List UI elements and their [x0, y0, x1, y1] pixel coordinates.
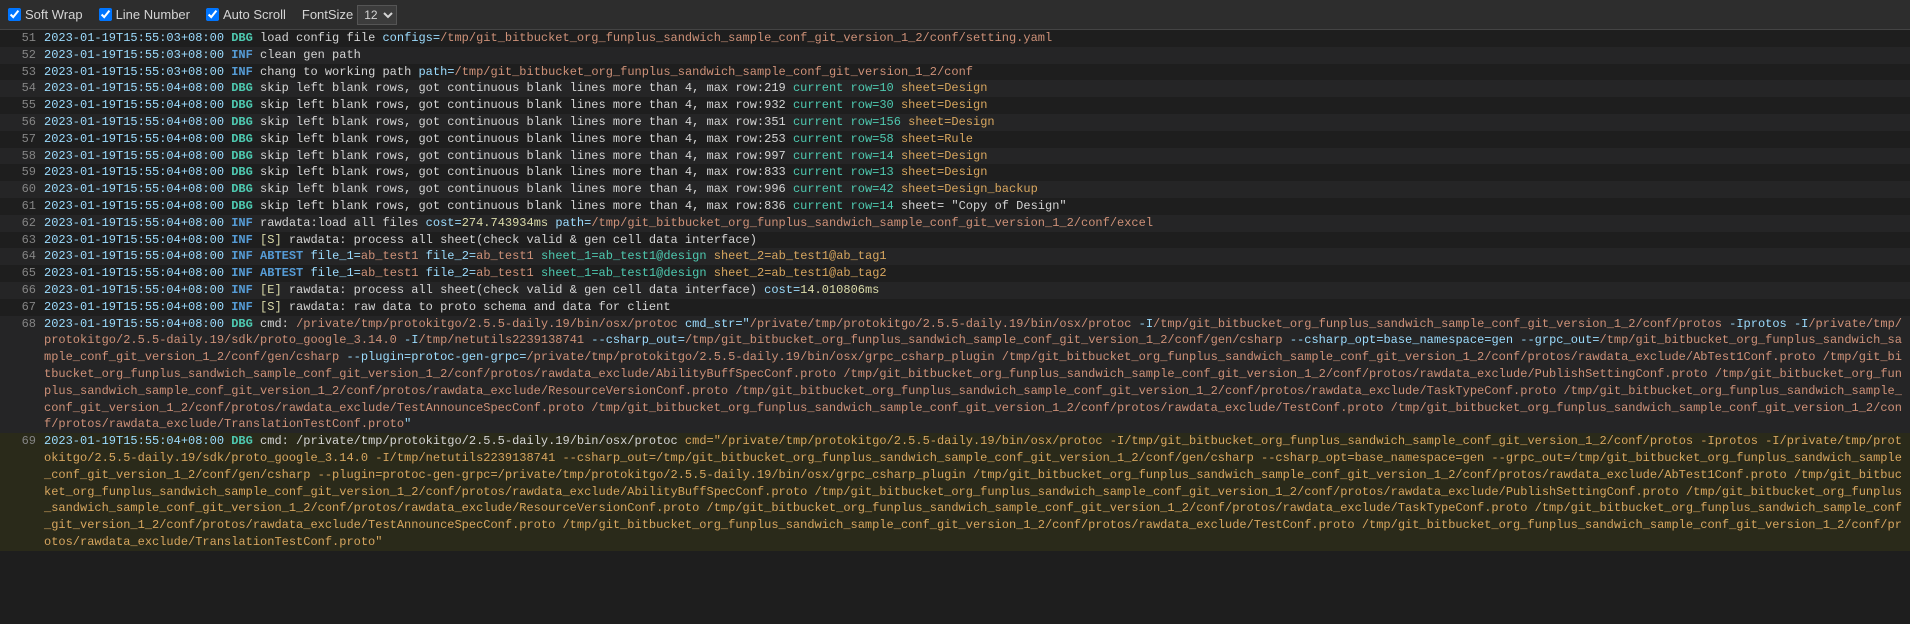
- log-content: 2023-01-19T15:55:04+08:00 INF ABTEST fil…: [44, 248, 1906, 265]
- log-line: 59 2023-01-19T15:55:04+08:00 DBG skip lef…: [0, 164, 1910, 181]
- log-line: 58 2023-01-19T15:55:04+08:00 DBG skip lef…: [0, 148, 1910, 165]
- line-number: 69: [4, 433, 36, 450]
- font-size-select[interactable]: 10 11 12 13 14 16 18 20: [357, 5, 397, 25]
- log-line: 68 2023-01-19T15:55:04+08:00 DBG cmd: /pr…: [0, 316, 1910, 434]
- log-content: 2023-01-19T15:55:04+08:00 DBG skip left …: [44, 198, 1906, 215]
- soft-wrap-label[interactable]: Soft Wrap: [8, 7, 83, 22]
- auto-scroll-label[interactable]: Auto Scroll: [206, 7, 286, 22]
- log-content: 2023-01-19T15:55:04+08:00 DBG skip left …: [44, 164, 1906, 181]
- log-line: 51 2023-01-19T15:55:03+08:00 DBG load con…: [0, 30, 1910, 47]
- line-number: 52: [4, 47, 36, 64]
- log-content: 2023-01-19T15:55:04+08:00 DBG skip left …: [44, 148, 1906, 165]
- log-content: 2023-01-19T15:55:04+08:00 INF rawdata:lo…: [44, 215, 1906, 232]
- log-line: 69 2023-01-19T15:55:04+08:00 DBG cmd: /pr…: [0, 433, 1910, 551]
- log-line: 60 2023-01-19T15:55:04+08:00 DBG skip lef…: [0, 181, 1910, 198]
- log-content: 2023-01-19T15:55:04+08:00 DBG cmd: /priv…: [44, 433, 1906, 551]
- log-line: 66 2023-01-19T15:55:04+08:00 INF [E] rawd…: [0, 282, 1910, 299]
- line-number: 65: [4, 265, 36, 282]
- line-number: 51: [4, 30, 36, 47]
- log-line: 53 2023-01-19T15:55:03+08:00 INF chang to…: [0, 64, 1910, 81]
- line-number: 66: [4, 282, 36, 299]
- log-content: 2023-01-19T15:55:04+08:00 INF ABTEST fil…: [44, 265, 1906, 282]
- line-number-text: Line Number: [116, 7, 190, 22]
- line-number: 54: [4, 80, 36, 97]
- log-content: 2023-01-19T15:55:04+08:00 DBG skip left …: [44, 80, 1906, 97]
- log-line: 64 2023-01-19T15:55:04+08:00 INF ABTEST f…: [0, 248, 1910, 265]
- log-content: 2023-01-19T15:55:03+08:00 DBG load confi…: [44, 30, 1906, 47]
- toolbar: Soft Wrap Line Number Auto Scroll FontSi…: [0, 0, 1910, 30]
- log-line: 54 2023-01-19T15:55:04+08:00 DBG skip lef…: [0, 80, 1910, 97]
- log-content: 2023-01-19T15:55:04+08:00 DBG cmd: /priv…: [44, 316, 1906, 434]
- auto-scroll-text: Auto Scroll: [223, 7, 286, 22]
- auto-scroll-checkbox[interactable]: [206, 8, 219, 21]
- log-content: 2023-01-19T15:55:03+08:00 INF chang to w…: [44, 64, 1906, 81]
- line-number-checkbox[interactable]: [99, 8, 112, 21]
- log-line: 67 2023-01-19T15:55:04+08:00 INF [S] rawd…: [0, 299, 1910, 316]
- log-content: 2023-01-19T15:55:04+08:00 DBG skip left …: [44, 97, 1906, 114]
- font-size-text: FontSize: [302, 7, 353, 22]
- line-number: 63: [4, 232, 36, 249]
- log-container: 51 2023-01-19T15:55:03+08:00 DBG load con…: [0, 30, 1910, 624]
- font-size-label: FontSize 10 11 12 13 14 16 18 20: [302, 5, 397, 25]
- log-line: 55 2023-01-19T15:55:04+08:00 DBG skip lef…: [0, 97, 1910, 114]
- line-number: 68: [4, 316, 36, 333]
- log-line: 56 2023-01-19T15:55:04+08:00 DBG skip lef…: [0, 114, 1910, 131]
- line-number: 62: [4, 215, 36, 232]
- log-content: 2023-01-19T15:55:04+08:00 INF [S] rawdat…: [44, 299, 1906, 316]
- line-number: 59: [4, 164, 36, 181]
- log-content: 2023-01-19T15:55:04+08:00 INF [E] rawdat…: [44, 282, 1906, 299]
- log-line: 57 2023-01-19T15:55:04+08:00 DBG skip lef…: [0, 131, 1910, 148]
- soft-wrap-checkbox[interactable]: [8, 8, 21, 21]
- line-number: 53: [4, 64, 36, 81]
- log-line: 62 2023-01-19T15:55:04+08:00 INF rawdata:…: [0, 215, 1910, 232]
- line-number: 64: [4, 248, 36, 265]
- log-line: 61 2023-01-19T15:55:04+08:00 DBG skip lef…: [0, 198, 1910, 215]
- log-content: 2023-01-19T15:55:04+08:00 DBG skip left …: [44, 114, 1906, 131]
- log-content: 2023-01-19T15:55:03+08:00 INF clean gen …: [44, 47, 1906, 64]
- log-content: 2023-01-19T15:55:04+08:00 DBG skip left …: [44, 181, 1906, 198]
- line-number: 57: [4, 131, 36, 148]
- log-content: 2023-01-19T15:55:04+08:00 INF [S] rawdat…: [44, 232, 1906, 249]
- line-number: 61: [4, 198, 36, 215]
- soft-wrap-text: Soft Wrap: [25, 7, 83, 22]
- line-number: 56: [4, 114, 36, 131]
- line-number: 55: [4, 97, 36, 114]
- log-line: 65 2023-01-19T15:55:04+08:00 INF ABTEST f…: [0, 265, 1910, 282]
- line-number-label[interactable]: Line Number: [99, 7, 190, 22]
- log-line: 63 2023-01-19T15:55:04+08:00 INF [S] rawd…: [0, 232, 1910, 249]
- log-content: 2023-01-19T15:55:04+08:00 DBG skip left …: [44, 131, 1906, 148]
- log-line: 52 2023-01-19T15:55:03+08:00 INF clean ge…: [0, 47, 1910, 64]
- line-number: 67: [4, 299, 36, 316]
- line-number: 60: [4, 181, 36, 198]
- line-number: 58: [4, 148, 36, 165]
